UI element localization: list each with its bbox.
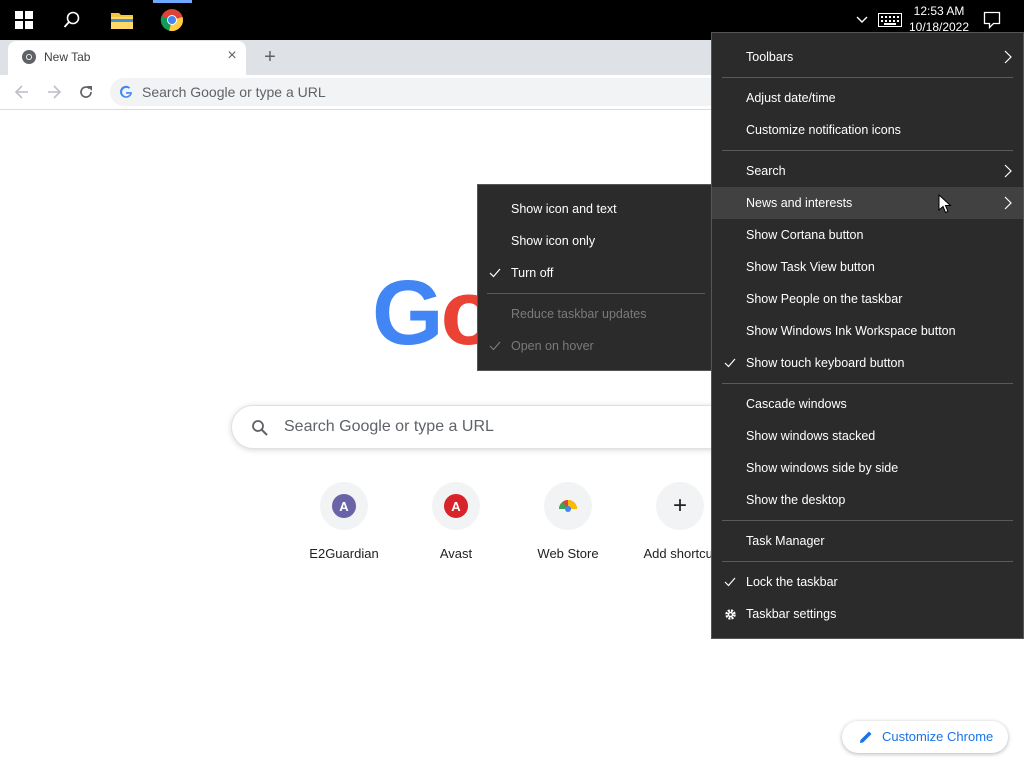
back-icon[interactable] <box>10 80 34 104</box>
shortcut-tile: A <box>320 482 368 530</box>
shortcut-avatar: A <box>444 494 468 518</box>
menu-item-show-icon-and-text[interactable]: Show icon and text <box>478 193 712 225</box>
shortcut-tile: + <box>656 482 704 530</box>
search-icon <box>251 419 269 437</box>
menu-separator <box>722 561 1013 562</box>
shortcut-e2guardian[interactable]: A E2Guardian <box>294 482 394 572</box>
search-icon[interactable] <box>48 0 96 40</box>
shortcut-label: Avast <box>439 546 473 561</box>
menu-item-open-on-hover[interactable]: Open on hover <box>478 330 712 362</box>
customize-chrome-button[interactable]: Customize Chrome <box>842 721 1008 753</box>
menu-item-turn-off[interactable]: Turn off <box>478 257 712 289</box>
desktop-screen: 12:53 AM 10/18/2022 New Tab × + Search G… <box>0 0 1024 768</box>
menu-separator <box>722 77 1013 78</box>
menu-item-lock-the-taskbar[interactable]: Lock the taskbar <box>712 566 1023 598</box>
news-interests-submenu: Show icon and text Show icon only Turn o… <box>477 184 713 371</box>
menu-item-reduce-taskbar-updates[interactable]: Reduce taskbar updates <box>478 298 712 330</box>
menu-item-adjust-date-time[interactable]: Adjust date/time <box>712 82 1023 114</box>
plus-icon: + <box>672 492 687 519</box>
shortcut-avast[interactable]: A Avast <box>406 482 506 572</box>
shortcut-tile: A <box>432 482 480 530</box>
checkmark-icon <box>488 257 502 289</box>
menu-item-taskbar-settings[interactable]: Taskbar settings <box>712 598 1023 630</box>
menu-item-show-the-desktop[interactable]: Show the desktop <box>712 484 1023 516</box>
shortcut-tile <box>544 482 592 530</box>
checkmark-icon <box>723 566 737 598</box>
chevron-right-icon <box>1002 155 1014 187</box>
gear-icon <box>723 598 737 630</box>
google-g-icon <box>119 85 133 99</box>
menu-item-show-cortana-button[interactable]: Show Cortana button <box>712 219 1023 251</box>
checkmark-icon <box>488 330 502 362</box>
chrome-icon[interactable] <box>148 0 196 40</box>
pencil-icon <box>858 729 874 745</box>
menu-item-search[interactable]: Search <box>712 155 1023 187</box>
clock-time: 12:53 AM <box>913 4 965 18</box>
reload-icon[interactable] <box>74 80 98 104</box>
menu-separator <box>722 150 1013 151</box>
chevron-right-icon <box>1002 41 1014 73</box>
menu-separator <box>487 293 705 294</box>
menu-item-show-task-view-button[interactable]: Show Task View button <box>712 251 1023 283</box>
chevron-right-icon <box>1002 187 1014 219</box>
search-placeholder: Search Google or type a URL <box>284 418 494 435</box>
menu-item-show-touch-keyboard[interactable]: Show touch keyboard button <box>712 347 1023 379</box>
menu-item-show-people[interactable]: Show People on the taskbar <box>712 283 1023 315</box>
menu-item-cascade-windows[interactable]: Cascade windows <box>712 388 1023 420</box>
taskbar-context-menu: Toolbars Adjust date/time Customize noti… <box>711 32 1024 639</box>
menu-item-show-windows-side-by-side[interactable]: Show windows side by side <box>712 452 1023 484</box>
tab-title: New Tab <box>44 50 91 64</box>
checkmark-icon <box>723 347 737 379</box>
shortcut-label: Web Store <box>537 546 599 561</box>
menu-item-show-windows-ink[interactable]: Show Windows Ink Workspace button <box>712 315 1023 347</box>
file-explorer-icon[interactable] <box>98 0 146 40</box>
web-store-icon <box>557 493 579 520</box>
menu-separator <box>722 383 1013 384</box>
customize-chrome-label: Customize Chrome <box>882 729 994 744</box>
menu-item-show-icon-only[interactable]: Show icon only <box>478 225 712 257</box>
omnibox-placeholder: Search Google or type a URL <box>142 84 326 100</box>
shortcut-web-store[interactable]: Web Store <box>518 482 618 572</box>
chrome-favicon-icon <box>21 49 37 65</box>
menu-separator <box>722 520 1013 521</box>
menu-item-task-manager[interactable]: Task Manager <box>712 525 1023 557</box>
menu-item-customize-notification-icons[interactable]: Customize notification icons <box>712 114 1023 146</box>
new-tab-button[interactable]: + <box>259 46 281 68</box>
close-icon[interactable]: × <box>224 48 240 64</box>
menu-item-toolbars[interactable]: Toolbars <box>712 41 1023 73</box>
mouse-cursor-icon <box>938 193 952 214</box>
menu-item-show-windows-stacked[interactable]: Show windows stacked <box>712 420 1023 452</box>
menu-item-news-and-interests[interactable]: News and interests <box>712 187 1023 219</box>
forward-icon[interactable] <box>42 80 66 104</box>
windows-start-icon[interactable] <box>0 0 48 40</box>
shortcut-avatar: A <box>332 494 356 518</box>
shortcut-label: E2Guardian <box>309 546 379 561</box>
